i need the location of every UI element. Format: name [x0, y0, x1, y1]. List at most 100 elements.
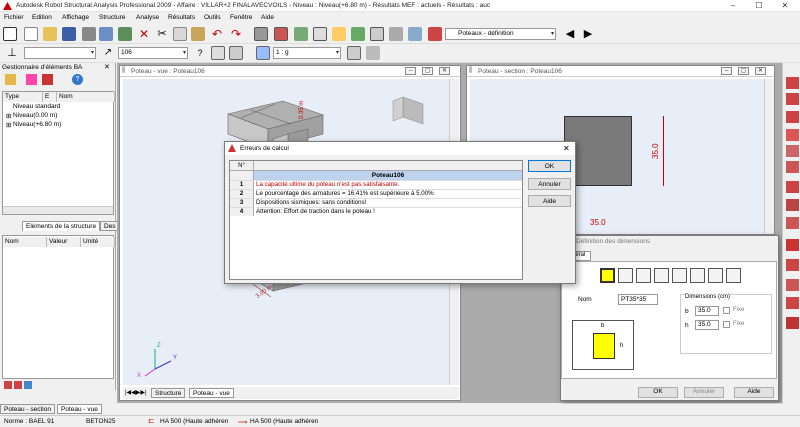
menu-aide[interactable]: Aide: [261, 14, 274, 21]
column-tool-icon[interactable]: [786, 93, 799, 105]
panel-tool-icon[interactable]: [786, 279, 799, 291]
menu-edition[interactable]: Edition: [32, 14, 52, 21]
calculator-icon[interactable]: [254, 27, 268, 41]
section-tool-icon[interactable]: [786, 181, 799, 193]
tree-item-niveau-680[interactable]: Niveau(+6.80 m): [13, 121, 61, 128]
load-case-icon[interactable]: [256, 46, 270, 60]
selection-combo[interactable]: ▾: [24, 47, 96, 59]
load-tool-icon[interactable]: [786, 129, 799, 141]
section-icon[interactable]: [370, 27, 384, 41]
h-input[interactable]: 35.0: [695, 320, 719, 330]
settings-icon[interactable]: [351, 27, 365, 41]
material-icon[interactable]: [5, 74, 16, 85]
tab-elements-structure[interactable]: Eléments de la structure: [22, 221, 101, 231]
tab-nav-icon[interactable]: |◀◀▶▶|: [125, 389, 147, 396]
measure-icon[interactable]: [366, 46, 380, 60]
vue-close-button[interactable]: ✕: [439, 67, 450, 75]
open-folder-icon[interactable]: [43, 27, 57, 41]
wall-tool-icon[interactable]: [786, 259, 799, 271]
shape-t-button[interactable]: [618, 268, 633, 283]
shape-quarter-circle-button[interactable]: [726, 268, 741, 283]
error-row-message[interactable]: Attention: Effort de traction dans le po…: [256, 207, 522, 216]
tree-expand-icon[interactable]: ⊞: [6, 121, 11, 129]
slab-tool-icon[interactable]: [786, 239, 799, 251]
case-icon[interactable]: [229, 46, 243, 60]
load-case-combo[interactable]: 1 : g ▾: [273, 47, 341, 59]
delete-element-icon[interactable]: [42, 74, 53, 85]
next-layout-button[interactable]: ▶: [581, 27, 595, 41]
cut-icon[interactable]: ✂: [155, 27, 169, 41]
error-row-message[interactable]: La capacité ultime du poteau n'est pas s…: [256, 180, 522, 189]
bar-select-icon[interactable]: ↗: [101, 46, 115, 60]
b-fixe-checkbox[interactable]: [723, 307, 730, 314]
layout-selector[interactable]: Poteaux - définition ▾: [445, 28, 556, 40]
preferences-icon[interactable]: [408, 27, 422, 41]
tree-expand-icon[interactable]: ⊞: [6, 112, 11, 120]
name-field[interactable]: PT35*35: [618, 294, 658, 305]
tree-item-niveau-standard[interactable]: Niveau standard: [13, 103, 60, 110]
tree-item-niveau-0[interactable]: Niveau(0.00 m): [13, 112, 57, 119]
vue-minimize-button[interactable]: –: [405, 67, 416, 75]
table-tab-icon[interactable]: [14, 381, 22, 389]
error-cancel-button[interactable]: Annuler: [528, 178, 571, 190]
vue-restore-button[interactable]: ▢: [422, 67, 433, 75]
tab-structure[interactable]: Structure: [151, 388, 186, 398]
shape-circle-button[interactable]: [690, 268, 705, 283]
print-icon[interactable]: [82, 27, 96, 41]
tab-poteau-vue[interactable]: Poteau - vue: [189, 388, 234, 398]
section-close-button[interactable]: ✕: [755, 67, 766, 75]
close-button[interactable]: ✕: [774, 0, 796, 12]
zoom-icon[interactable]: [313, 27, 327, 41]
wrench-icon[interactable]: [428, 27, 442, 41]
project-icon[interactable]: [389, 27, 403, 41]
tab-poteau-vue-bottom[interactable]: Poteau - vue: [57, 404, 102, 414]
previous-layout-button[interactable]: ◀: [563, 27, 577, 41]
shape-octagon-button[interactable]: [708, 268, 723, 283]
structure-icon[interactable]: [3, 27, 17, 41]
error-ok-button[interactable]: OK: [528, 160, 571, 172]
support-tool-icon[interactable]: [786, 111, 799, 123]
undo-icon[interactable]: ↶: [210, 27, 224, 41]
menu-affichage[interactable]: Affichage: [62, 14, 89, 21]
error-help-button[interactable]: Aide: [528, 195, 571, 207]
b-input[interactable]: 35.0: [695, 306, 719, 316]
copy-icon[interactable]: [173, 27, 187, 41]
display-icon[interactable]: [332, 27, 346, 41]
delete-icon[interactable]: ✕: [137, 27, 151, 41]
menu-fenetre[interactable]: Fenêtre: [230, 14, 252, 21]
filter-icon[interactable]: [211, 46, 225, 60]
h-fixe-checkbox[interactable]: [723, 321, 730, 328]
shape-l-button[interactable]: [636, 268, 651, 283]
menu-resultats[interactable]: Résultats: [168, 14, 195, 21]
section-minimize-button[interactable]: –: [721, 67, 732, 75]
release-tool-icon[interactable]: [786, 145, 799, 157]
error-row-message[interactable]: Dispositions sismiques: sans conditions!: [256, 198, 522, 207]
dims-help-button[interactable]: Aide: [734, 387, 774, 398]
shape-z-button[interactable]: [654, 268, 669, 283]
maximize-button[interactable]: ☐: [748, 0, 770, 12]
shape-polygon-button[interactable]: [672, 268, 687, 283]
new-file-icon[interactable]: [24, 27, 38, 41]
dims-cancel-button[interactable]: Annuler: [684, 387, 724, 398]
menu-analyse[interactable]: Analyse: [136, 14, 159, 21]
material-tool-icon[interactable]: [786, 199, 799, 211]
section-restore-button[interactable]: ▢: [738, 67, 749, 75]
shape-rectangle-button[interactable]: [600, 268, 615, 283]
redo-icon[interactable]: ↷: [229, 27, 243, 41]
filter-icon[interactable]: [26, 74, 37, 85]
dims-ok-button[interactable]: OK: [638, 387, 678, 398]
beam-tool-icon[interactable]: [786, 77, 799, 89]
doc-tab-icon[interactable]: [24, 381, 32, 389]
menu-structure[interactable]: Structure: [99, 14, 125, 21]
save-icon[interactable]: [62, 27, 76, 41]
query-icon[interactable]: ?: [193, 46, 207, 60]
minimize-button[interactable]: –: [722, 0, 744, 12]
view-tab-icon[interactable]: [4, 381, 12, 389]
screen-capture-icon[interactable]: [118, 27, 132, 41]
case-nav-icon[interactable]: [347, 46, 361, 60]
menu-fichier[interactable]: Fichier: [4, 14, 24, 21]
tree-scrollbar[interactable]: [3, 206, 113, 214]
paste-icon[interactable]: [191, 27, 205, 41]
tab-poteau-section[interactable]: Poteau - section: [0, 404, 55, 414]
offset-tool-icon[interactable]: [786, 161, 799, 173]
